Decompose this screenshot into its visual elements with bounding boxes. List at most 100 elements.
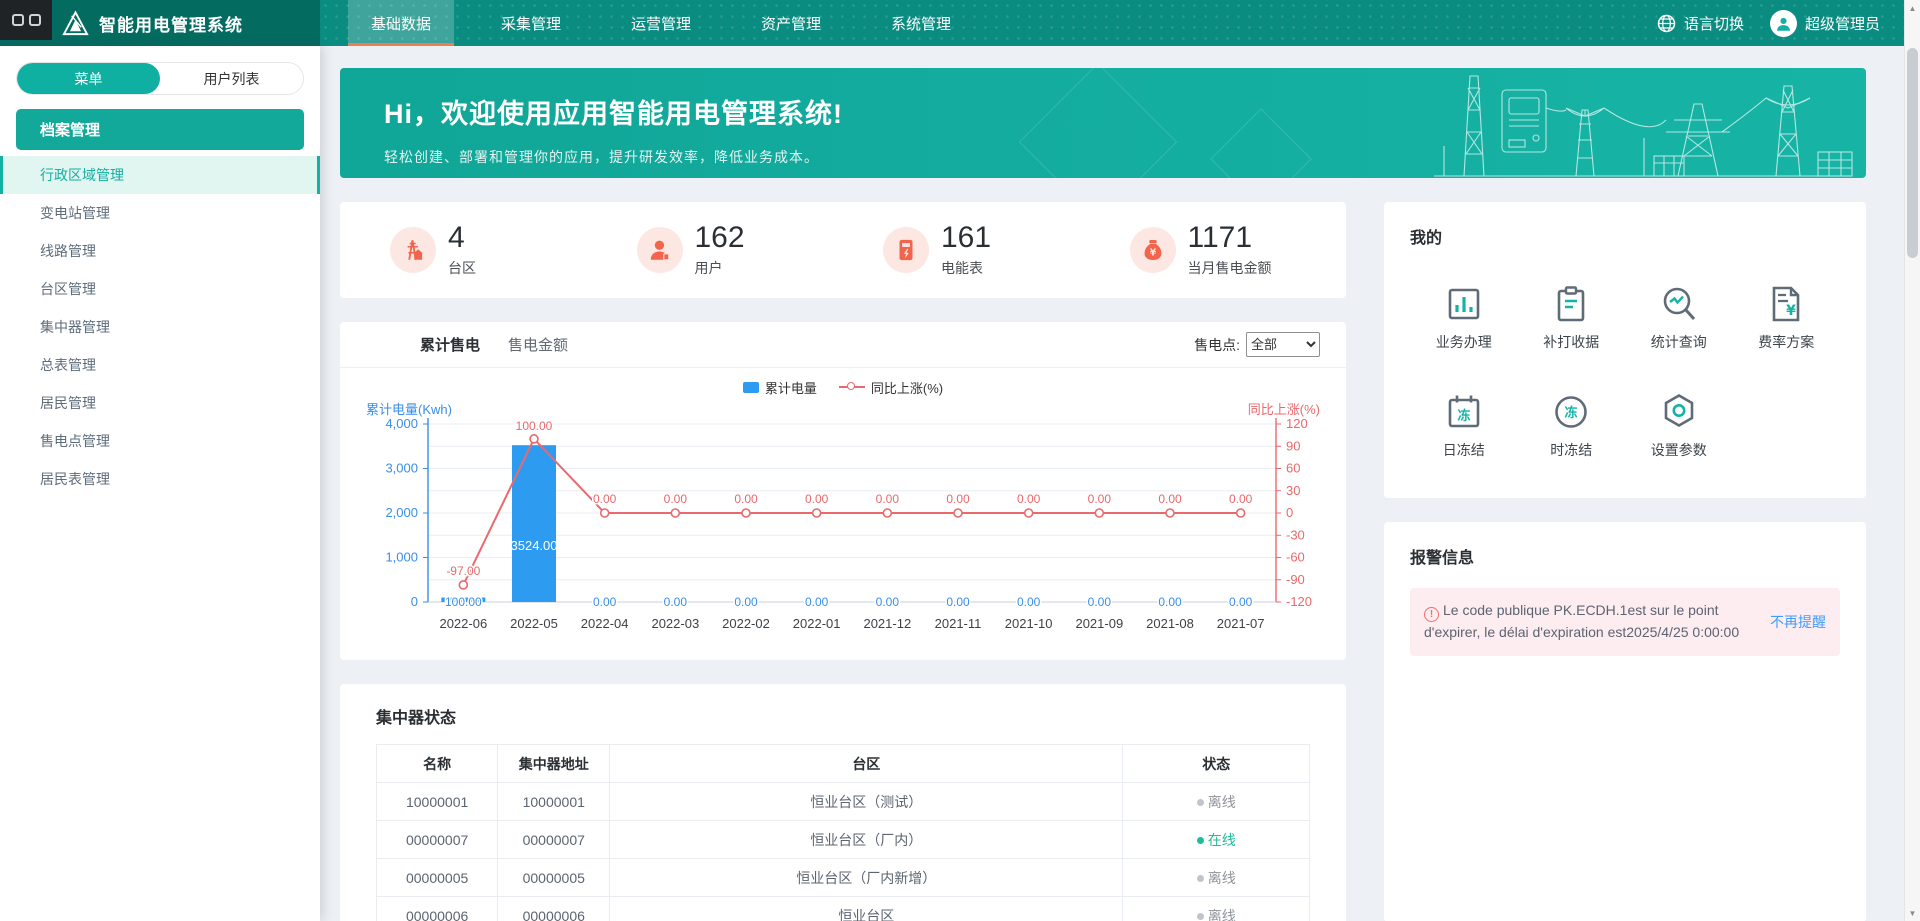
- nav-tab-系统管理[interactable]: 系统管理: [868, 0, 974, 46]
- shortcut-业务办理[interactable]: 业务办理: [1410, 282, 1518, 352]
- shortcut-补打收据[interactable]: 补打收据: [1518, 282, 1626, 352]
- language-switch[interactable]: 语言切换: [1657, 13, 1744, 34]
- chart-tab-售电金额[interactable]: 售电金额: [508, 334, 568, 355]
- scroll-up-arrow[interactable]: ▲: [1905, 0, 1920, 16]
- shortcut-统计查询[interactable]: 统计查询: [1625, 282, 1733, 352]
- cell-name: 00000005: [377, 859, 498, 897]
- nav-tab-资产管理[interactable]: 资产管理: [738, 0, 844, 46]
- svg-text:3524.00: 3524.00: [511, 538, 558, 553]
- cell-status: 离线: [1123, 783, 1310, 821]
- shortcut-费率方案[interactable]: ¥ 费率方案: [1733, 282, 1841, 352]
- svg-text:60: 60: [1286, 461, 1300, 476]
- svg-text:0.00: 0.00: [664, 595, 688, 609]
- svg-text:0.00: 0.00: [1088, 595, 1112, 609]
- svg-text:2021-10: 2021-10: [1005, 616, 1053, 631]
- stat-label: 当月售电金额: [1188, 258, 1272, 278]
- chart-legend: 累计电量 同比上涨(%): [340, 372, 1346, 402]
- nav-tab-采集管理[interactable]: 采集管理: [478, 0, 584, 46]
- stat-value: 1171: [1188, 223, 1272, 253]
- stat-value: 162: [695, 223, 745, 253]
- svg-text:-90: -90: [1286, 572, 1305, 587]
- svg-text:¥: ¥: [1786, 303, 1796, 319]
- svg-text:累计电量(Kwh): 累计电量(Kwh): [366, 402, 452, 417]
- svg-text:-60: -60: [1286, 550, 1305, 565]
- svg-text:2,000: 2,000: [385, 505, 418, 520]
- warning-icon: !: [1424, 607, 1439, 622]
- cell-status: 离线: [1123, 897, 1310, 921]
- status-dot: [1197, 837, 1204, 844]
- svg-text:120: 120: [1286, 416, 1308, 431]
- svg-text:0.00: 0.00: [593, 595, 617, 609]
- shortcut-label: 统计查询: [1651, 332, 1707, 352]
- svg-text:0.00: 0.00: [1158, 492, 1182, 506]
- legend-item-line[interactable]: 同比上涨(%): [839, 378, 943, 397]
- page-scrollbar[interactable]: ▲ ▼: [1904, 0, 1920, 921]
- sidebar-item-集中器管理[interactable]: 集中器管理: [0, 308, 320, 346]
- svg-text:2021-08: 2021-08: [1146, 616, 1194, 631]
- svg-text:4,000: 4,000: [385, 416, 418, 431]
- svg-text:0.00: 0.00: [1229, 595, 1253, 609]
- table-row: 00000007 00000007 恒业台区（厂内） 在线: [377, 821, 1310, 859]
- concentrator-table: 名称集中器地址台区状态10000001 10000001 恒业台区（测试） 离线…: [376, 744, 1310, 921]
- stat-text: 161电能表: [941, 223, 991, 278]
- sidebar-tab-菜单[interactable]: 菜单: [17, 63, 160, 94]
- stat-当月售电金额: ¥1171当月售电金额: [1090, 223, 1337, 278]
- table-header-row: 名称集中器地址台区状态: [377, 745, 1310, 783]
- svg-text:2022-02: 2022-02: [722, 616, 770, 631]
- cell-station: 恒业台区（厂内）: [610, 821, 1123, 859]
- svg-text:30: 30: [1286, 483, 1300, 498]
- cell-address: 10000001: [498, 783, 610, 821]
- svg-text:0.00: 0.00: [1088, 492, 1112, 506]
- alarm-list: !Le code publique PK.ECDH.1est sur le po…: [1410, 588, 1840, 656]
- sidebar-item-总表管理[interactable]: 总表管理: [0, 346, 320, 384]
- svg-text:1,000: 1,000: [385, 550, 418, 565]
- shortcut-日冻结[interactable]: 冻 日冻结: [1410, 390, 1518, 460]
- user-icon: [637, 227, 683, 273]
- svg-text:0.00: 0.00: [1017, 492, 1041, 506]
- sales-chart: 4,0003,0002,0001,00001209060300-30-60-90…: [360, 402, 1326, 650]
- nav-tab-基础数据[interactable]: 基础数据: [348, 0, 454, 46]
- scroll-down-arrow[interactable]: ▼: [1905, 905, 1920, 921]
- svg-text:2022-06: 2022-06: [439, 616, 487, 631]
- svg-text:0.00: 0.00: [946, 492, 970, 506]
- sidebar-item-售电点管理[interactable]: 售电点管理: [0, 422, 320, 460]
- sidebar-item-台区管理[interactable]: 台区管理: [0, 270, 320, 308]
- shortcut-label: 设置参数: [1651, 440, 1707, 460]
- shortcut-设置参数[interactable]: 设置参数: [1625, 390, 1733, 460]
- status-dot: [1197, 875, 1204, 882]
- svg-text:0: 0: [411, 594, 418, 609]
- sidebar-item-居民表管理[interactable]: 居民表管理: [0, 460, 320, 498]
- cell-address: 00000007: [498, 821, 610, 859]
- svg-text:2022-01: 2022-01: [793, 616, 841, 631]
- sale-point-select[interactable]: 全部: [1246, 332, 1320, 357]
- svg-text:-30: -30: [1286, 527, 1305, 542]
- my-panel-title: 我的: [1410, 224, 1840, 248]
- scrollbar-thumb[interactable]: [1907, 48, 1918, 258]
- sidebar-item-居民管理[interactable]: 居民管理: [0, 384, 320, 422]
- user-menu[interactable]: 超级管理员: [1770, 10, 1880, 37]
- stat-text: 4台区: [448, 223, 476, 278]
- sidebar-item-行政区域管理[interactable]: 行政区域管理: [0, 156, 320, 194]
- concentrator-status-card: 集中器状态 名称集中器地址台区状态10000001 10000001 恒业台区（…: [340, 684, 1346, 921]
- sidebar-item-线路管理[interactable]: 线路管理: [0, 232, 320, 270]
- sidebar-tabs: 菜单用户列表: [16, 62, 304, 95]
- app-header: 智能用电管理系统 基础数据采集管理运营管理资产管理系统管理 语言切换 超级管理员: [0, 0, 1904, 46]
- dismiss-alarm-link[interactable]: 不再提醒: [1770, 612, 1826, 632]
- alarm-title: 报警信息: [1410, 544, 1840, 568]
- stat-text: 162用户: [695, 223, 745, 278]
- sidebar-group-archive[interactable]: 档案管理: [16, 109, 304, 150]
- screen-capture-buttons: [0, 0, 52, 40]
- cell-address: 00000006: [498, 897, 610, 921]
- table-row: 00000005 00000005 恒业台区（厂内新增） 离线: [377, 859, 1310, 897]
- svg-text:2022-05: 2022-05: [510, 616, 558, 631]
- sidebar-tab-用户列表[interactable]: 用户列表: [160, 63, 303, 94]
- chart-tab-累计售电[interactable]: 累计售电: [420, 334, 480, 355]
- main-nav: 基础数据采集管理运营管理资产管理系统管理: [320, 0, 1657, 46]
- power-grid-illustration: [1426, 68, 1856, 178]
- concentrator-title: 集中器状态: [376, 704, 1310, 728]
- shortcut-时冻结[interactable]: 冻 时冻结: [1518, 390, 1626, 460]
- svg-text:0.00: 0.00: [876, 595, 900, 609]
- sidebar-item-变电站管理[interactable]: 变电站管理: [0, 194, 320, 232]
- nav-tab-运营管理[interactable]: 运营管理: [608, 0, 714, 46]
- legend-item-bar[interactable]: 累计电量: [743, 378, 817, 397]
